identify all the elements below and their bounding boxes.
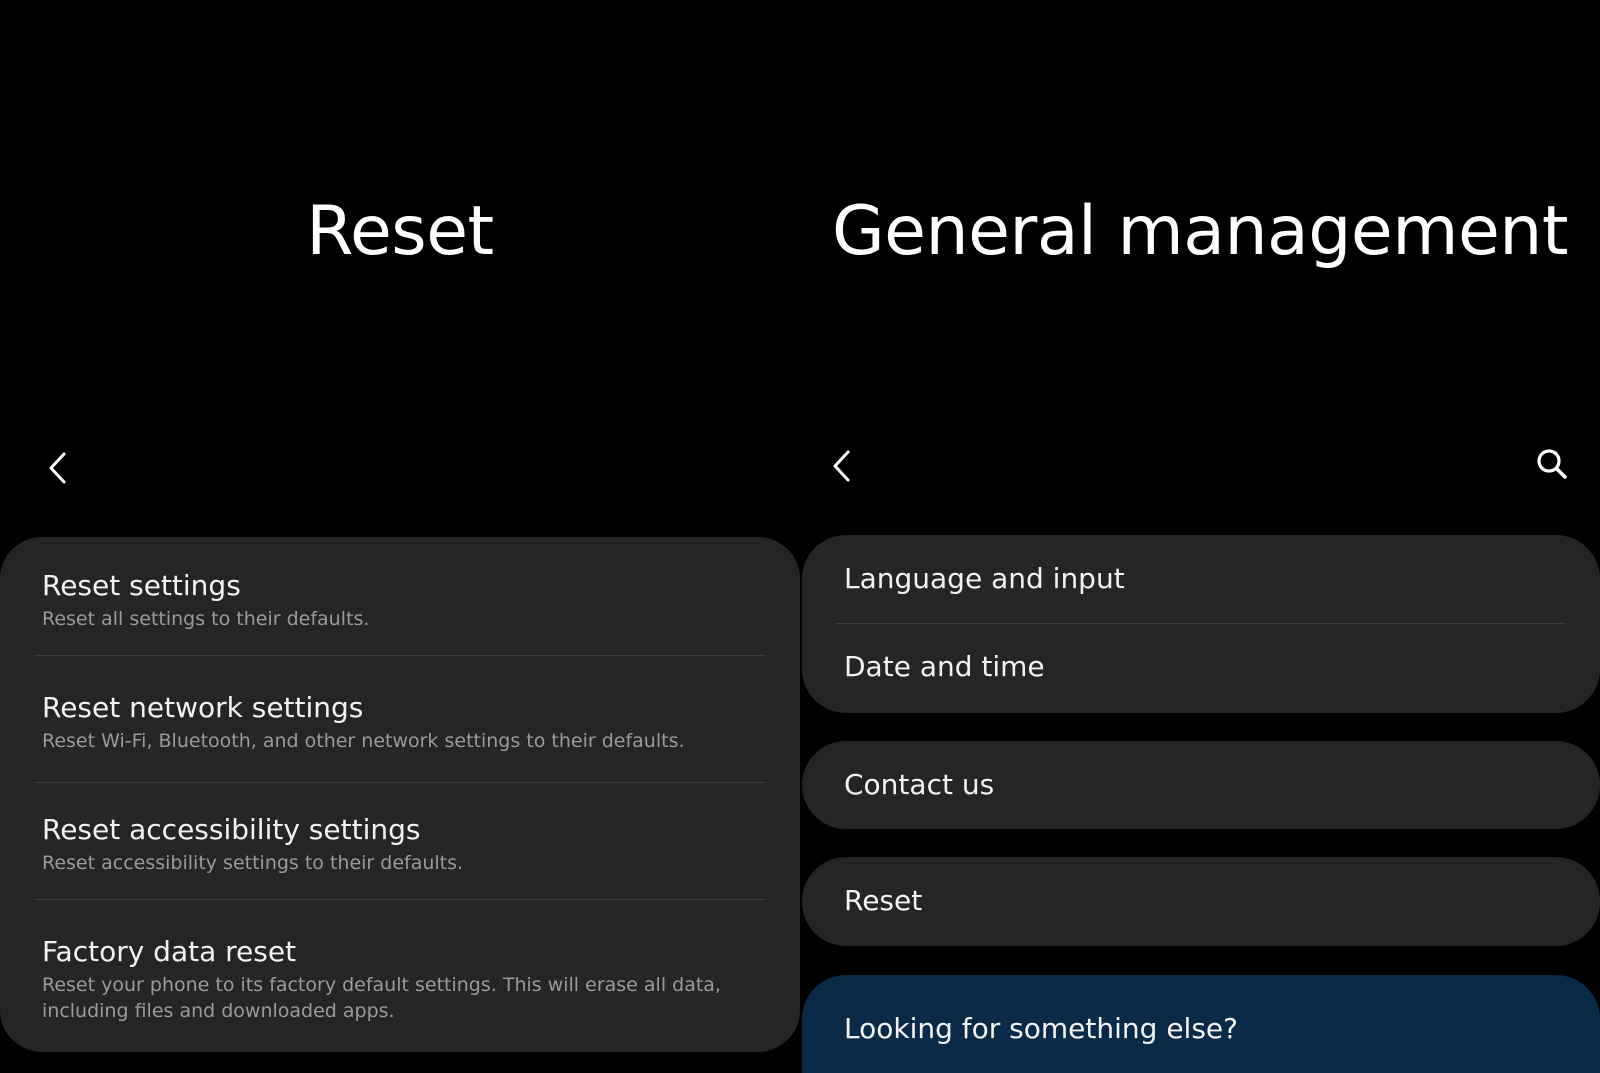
back-button[interactable] bbox=[826, 446, 856, 486]
item-description: Reset accessibility settings to their de… bbox=[42, 852, 464, 874]
factory-data-reset-item[interactable]: Factory data reset Reset your phone to i… bbox=[42, 934, 766, 1024]
search-button[interactable] bbox=[1532, 444, 1572, 484]
looking-for-something-else-label: Looking for something else? bbox=[844, 1012, 1239, 1045]
looking-for-something-else-card[interactable]: Looking for something else? bbox=[802, 975, 1600, 1073]
contact-card: Contact us bbox=[802, 741, 1600, 829]
chevron-left-icon bbox=[833, 450, 850, 482]
divider bbox=[34, 655, 766, 656]
language-and-input-item[interactable]: Language and input bbox=[844, 561, 1125, 597]
reset-accessibility-settings-item[interactable]: Reset accessibility settings Reset acces… bbox=[42, 812, 766, 876]
general-management-screen: General management Language and input Da… bbox=[800, 0, 1600, 1073]
date-and-time-item[interactable]: Date and time bbox=[844, 649, 1045, 685]
item-description: Reset your phone to its factory default … bbox=[42, 974, 721, 1022]
search-icon bbox=[1537, 449, 1567, 479]
divider bbox=[34, 899, 766, 900]
item-description: Reset all settings to their defaults. bbox=[42, 608, 370, 630]
divider bbox=[836, 623, 1566, 624]
reset-settings-item[interactable]: Reset settings Reset all settings to the… bbox=[42, 568, 766, 632]
item-title: Reset network settings bbox=[42, 691, 364, 724]
reset-card: Reset bbox=[802, 857, 1600, 946]
reset-options-card: Reset settings Reset all settings to the… bbox=[0, 537, 800, 1052]
item-title: Factory data reset bbox=[42, 935, 297, 968]
language-date-card: Language and input Date and time bbox=[802, 535, 1600, 713]
contact-us-item[interactable]: Contact us bbox=[844, 767, 994, 803]
reset-network-settings-item[interactable]: Reset network settings Reset Wi-Fi, Blue… bbox=[42, 690, 766, 754]
back-button[interactable] bbox=[42, 448, 72, 488]
item-title: Reset accessibility settings bbox=[42, 813, 421, 846]
item-title: Reset settings bbox=[42, 569, 241, 602]
page-title: General management bbox=[831, 192, 1569, 271]
reset-item[interactable]: Reset bbox=[844, 883, 922, 919]
divider bbox=[34, 782, 766, 783]
item-description: Reset Wi-Fi, Bluetooth, and other networ… bbox=[42, 730, 685, 752]
page-title: Reset bbox=[306, 192, 494, 271]
chevron-left-icon bbox=[49, 452, 66, 484]
reset-screen: Reset Reset settings Reset all settings … bbox=[0, 0, 800, 1073]
